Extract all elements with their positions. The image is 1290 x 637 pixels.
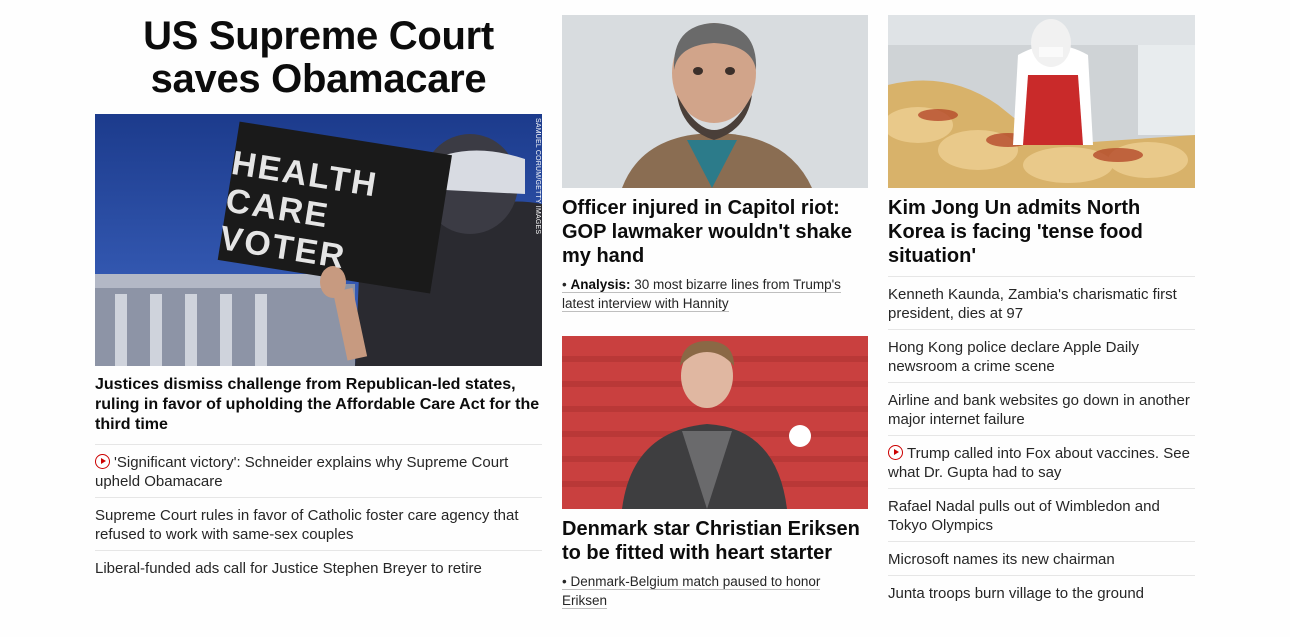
lead-link-text: 'Significant victory': Schneider explain… [95, 454, 509, 490]
right-column: Kim Jong Un admits North Korea is facing… [888, 0, 1195, 609]
middle-column: Officer injured in Capitol riot: GOP law… [562, 0, 868, 610]
right-link-text: Microsoft names its new chairman [888, 551, 1115, 568]
right-link-item[interactable]: Kenneth Kaunda, Zambia's charismatic fir… [888, 277, 1195, 330]
eriksen-photo[interactable] [562, 336, 868, 509]
right-link-text: Trump called into Fox about vaccines. Se… [888, 445, 1190, 481]
eriksen-portrait [562, 336, 868, 509]
right-link-text: Airline and bank websites go down in ano… [888, 392, 1190, 428]
analysis-label: Analysis: [570, 277, 631, 292]
right-link-text: Hong Kong police declare Apple Daily new… [888, 339, 1139, 375]
officer-story-title[interactable]: Officer injured in Capitol riot: GOP law… [562, 196, 868, 268]
right-link-item[interactable]: Microsoft names its new chairman [888, 542, 1195, 576]
right-link-item[interactable]: Airline and bank websites go down in ano… [888, 383, 1195, 436]
kimchi-factory-photo [888, 15, 1195, 188]
photo-credit: SAMUEL CORUM/GETTY IMAGES [534, 118, 541, 235]
lead-column: US Supreme Court saves Obamacare HEALTH … [95, 0, 542, 584]
eriksen-story-title[interactable]: Denmark star Christian Eriksen to be fit… [562, 517, 868, 565]
right-link-item[interactable]: Rafael Nadal pulls out of Wimbledon and … [888, 489, 1195, 542]
right-link-text: Kenneth Kaunda, Zambia's charismatic fir… [888, 286, 1177, 322]
lead-link-item[interactable]: Supreme Court rules in favor of Catholic… [95, 498, 542, 551]
lead-headline[interactable]: US Supreme Court saves Obamacare [95, 15, 542, 101]
right-links: Kenneth Kaunda, Zambia's charismatic fir… [888, 276, 1195, 609]
play-icon [888, 445, 903, 460]
right-link-item[interactable]: Hong Kong police declare Apple Daily new… [888, 330, 1195, 383]
eriksen-related-link[interactable]: • Denmark-Belgium match paused to honor … [562, 572, 868, 610]
lead-photo[interactable]: HEALTH CARE VOTER SAMUEL CORUM/GETTY IMA… [95, 114, 542, 366]
officer-portrait [562, 15, 868, 188]
right-link-item[interactable]: Trump called into Fox about vaccines. Se… [888, 436, 1195, 489]
lead-link-item[interactable]: Liberal-funded ads call for Justice Step… [95, 551, 542, 584]
sign-text: HEALTH CARE VOTER [217, 144, 381, 277]
lead-link-text: Liberal-funded ads call for Justice Step… [95, 560, 482, 577]
lead-link-text: Supreme Court rules in favor of Catholic… [95, 507, 519, 543]
lead-link-item[interactable]: 'Significant victory': Schneider explain… [95, 445, 542, 498]
kim-story-title[interactable]: Kim Jong Un admits North Korea is facing… [888, 196, 1195, 268]
officer-photo[interactable] [562, 15, 868, 188]
analysis-related-link[interactable]: • Analysis: 30 most bizarre lines from T… [562, 275, 868, 313]
kimchi-photo[interactable] [888, 15, 1195, 188]
right-link-item[interactable]: Junta troops burn village to the ground [888, 576, 1195, 609]
play-icon [95, 454, 110, 469]
eriksen-related-text: Denmark-Belgium match paused to honor Er… [562, 574, 821, 608]
right-link-text: Rafael Nadal pulls out of Wimbledon and … [888, 498, 1160, 534]
lead-summary[interactable]: Justices dismiss challenge from Republic… [95, 375, 542, 445]
right-link-text: Junta troops burn village to the ground [888, 585, 1145, 602]
lead-links: 'Significant victory': Schneider explain… [95, 445, 542, 584]
